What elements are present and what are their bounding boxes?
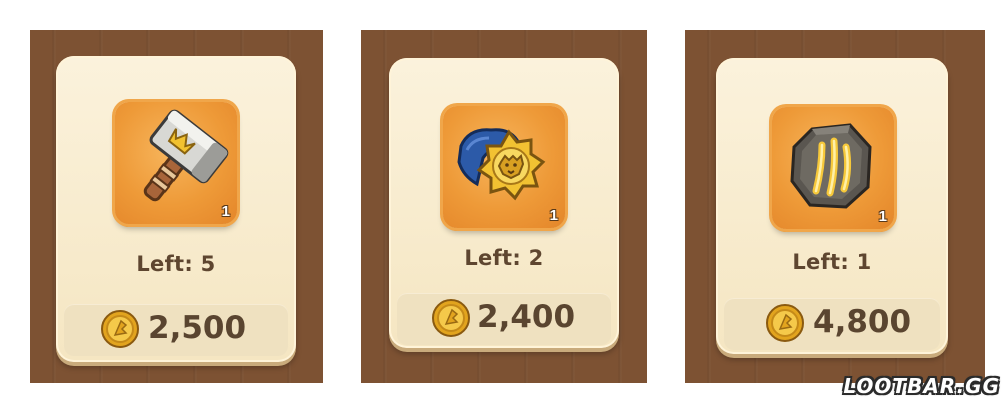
shop-slot-2: 1 Left: 2 2,400 bbox=[361, 30, 647, 383]
shop-item-card[interactable]: 1 Left: 2 2,400 bbox=[389, 58, 619, 348]
price-value: 2,400 bbox=[477, 299, 576, 335]
rune-stone-icon bbox=[790, 123, 872, 209]
price-value: 4,800 bbox=[813, 304, 912, 340]
gold-coin-icon bbox=[100, 309, 140, 349]
gold-coin-icon bbox=[431, 298, 471, 338]
item-icon-tile[interactable]: 1 bbox=[115, 102, 237, 224]
shop-item-card[interactable]: 1 Left: 5 2,500 bbox=[56, 56, 296, 362]
item-quantity: 1 bbox=[221, 203, 230, 220]
hammer-icon bbox=[143, 109, 229, 202]
watermark-logo: LOOTBAR.GG bbox=[843, 374, 1000, 398]
price-button[interactable]: 2,500 bbox=[64, 304, 288, 356]
item-quantity: 1 bbox=[878, 208, 887, 225]
shop-slot-1: 1 Left: 5 2,500 bbox=[30, 30, 323, 383]
price-button[interactable]: 4,800 bbox=[724, 298, 940, 350]
item-icon-tile[interactable]: 1 bbox=[772, 107, 894, 229]
stock-left-label: Left: 5 bbox=[136, 252, 216, 276]
stock-left-label: Left: 1 bbox=[792, 250, 872, 274]
price-button[interactable]: 2,400 bbox=[397, 293, 611, 345]
shop-item-card[interactable]: 1 Left: 1 4,800 bbox=[716, 58, 948, 354]
gold-coin-icon bbox=[765, 303, 805, 343]
item-icon-tile[interactable]: 1 bbox=[443, 106, 565, 228]
item-quantity: 1 bbox=[549, 207, 558, 224]
price-value: 2,500 bbox=[148, 310, 247, 346]
stock-left-label: Left: 2 bbox=[464, 246, 544, 270]
shop-slot-3: 1 Left: 1 4,800 bbox=[685, 30, 985, 383]
lion-emblem-icon bbox=[457, 128, 546, 201]
